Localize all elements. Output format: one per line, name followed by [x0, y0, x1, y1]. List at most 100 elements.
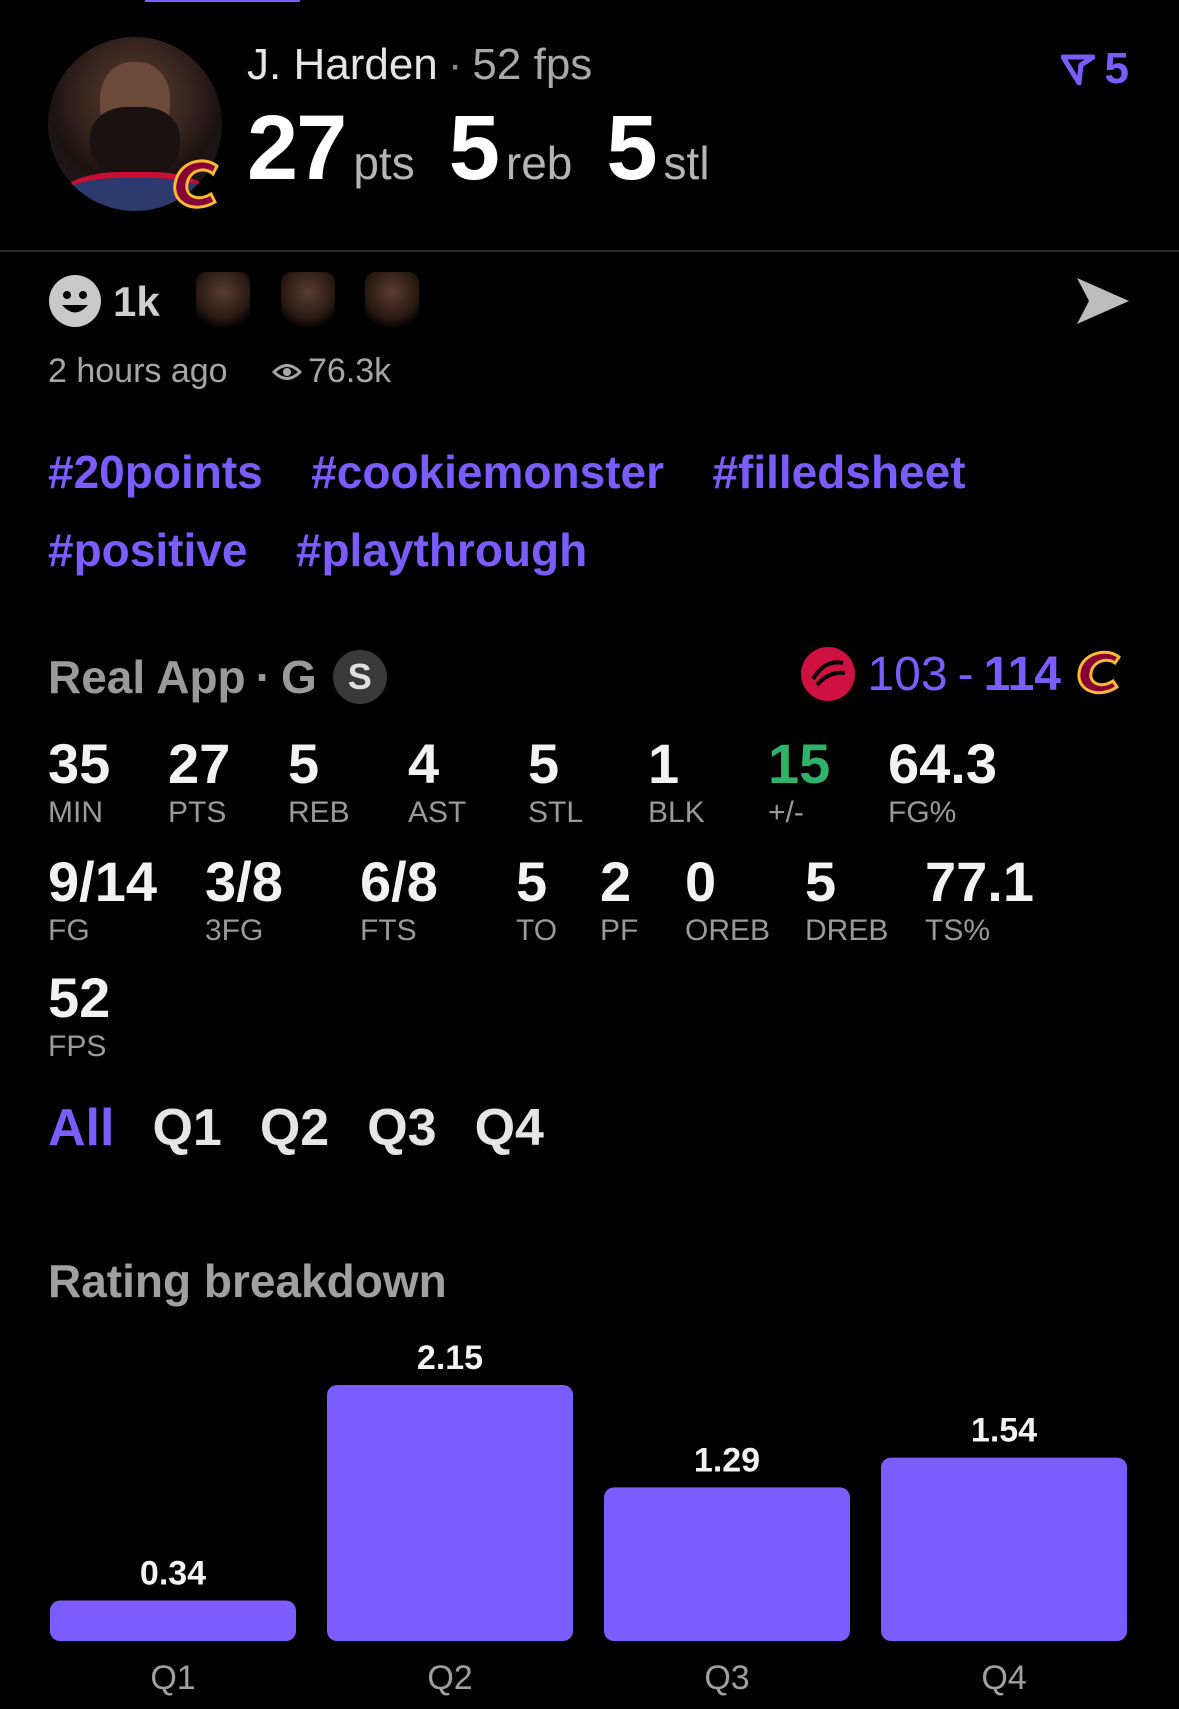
eye-icon: [272, 363, 302, 380]
tab-q2[interactable]: Q2: [260, 1098, 329, 1158]
stat-value: 1: [648, 732, 680, 795]
stat-value: 5: [516, 850, 548, 913]
tab-q1[interactable]: Q1: [152, 1098, 221, 1158]
quarter-tabs: All Q1 Q2 Q3 Q4: [48, 1098, 544, 1158]
position-label: G: [280, 651, 317, 703]
stat-value: 64.3: [888, 732, 997, 795]
rating-bar-q4[interactable]: [881, 1457, 1127, 1641]
stat-label: OREB: [685, 914, 771, 947]
headline-steals-value: 5: [606, 97, 657, 199]
stat-label: FPS: [48, 1030, 107, 1063]
stat-to: 5 TO: [516, 854, 557, 948]
rating-category-label: Q2: [427, 1659, 472, 1697]
stat-label: PF: [600, 914, 639, 947]
stat-value: 6/8: [360, 850, 438, 913]
hashtag[interactable]: #cookiemonster: [311, 445, 664, 499]
rating-breakdown-chart: 0.34 Q1 2.15 Q2 1.29 Q3 1.54 Q4: [50, 1339, 1127, 1697]
stat-fts: 6/8 FTS: [360, 854, 438, 948]
stat-plus-minus: 15 +/-: [768, 736, 830, 830]
rank-value: 5: [1104, 44, 1129, 93]
game-score[interactable]: 103-114: [799, 645, 1129, 703]
stat-label: TS%: [925, 914, 991, 947]
tab-all[interactable]: All: [48, 1098, 114, 1158]
top-indicator: [145, 0, 300, 2]
header-divider: [0, 250, 1179, 252]
rating-value-label: 1.29: [694, 1441, 760, 1479]
rating-bar-q1[interactable]: [50, 1600, 296, 1641]
hashtag-list: #20points #cookiemonster #filledsheet #p…: [48, 445, 1138, 601]
reaction-avatar[interactable]: [281, 272, 335, 330]
stat-label: BLK: [648, 796, 705, 829]
player-name[interactable]: J. Harden: [247, 40, 438, 89]
stat-label: STL: [528, 796, 584, 829]
headline-stats: 27 pts 5 reb 5 stl: [247, 96, 744, 201]
status-badge: S: [332, 650, 387, 704]
stat-blk: 1 BLK: [648, 736, 705, 830]
separator-dot: ·: [255, 651, 271, 703]
stat-value: 2: [600, 850, 632, 913]
stat-stl: 5 STL: [528, 736, 583, 830]
stat-fps: 52 FPS: [48, 970, 110, 1064]
stat-label: +/-: [768, 796, 804, 829]
stat-label: FG%: [888, 796, 957, 829]
stat-3fg: 3/8 3FG: [205, 854, 283, 948]
player-fps: 52 fps: [472, 40, 593, 89]
stat-value: 35: [48, 732, 111, 795]
stat-oreb: 0 OREB: [685, 854, 770, 948]
stat-fg: 9/14 FG: [48, 854, 157, 948]
stat-fg-pct: 64.3 FG%: [888, 736, 997, 830]
stat-value: 0: [685, 850, 717, 913]
headline-rebounds-value: 5: [448, 97, 500, 199]
stat-value: 52: [48, 966, 111, 1029]
stat-value: 77.1: [925, 850, 1034, 913]
stat-pts: 27 PTS: [168, 736, 230, 830]
rating-value-label: 1.54: [971, 1412, 1037, 1450]
stat-label: AST: [408, 796, 467, 829]
stat-reb: 5 REB: [288, 736, 350, 830]
view-count: 76.3k: [272, 352, 391, 391]
headline-steals-unit: stl: [663, 137, 710, 189]
rank-arrow-icon: [1060, 54, 1095, 85]
home-score: 114: [983, 647, 1061, 701]
rating-category-label: Q3: [704, 1659, 749, 1697]
view-count-value: 76.3k: [308, 352, 392, 390]
stat-label: DREB: [805, 914, 889, 947]
reaction-count: 1k: [113, 278, 160, 325]
stat-label: TO: [516, 914, 558, 947]
rating-bar-q3[interactable]: [604, 1487, 850, 1641]
stat-value: 5: [288, 732, 320, 795]
rank-badge[interactable]: 5: [1060, 44, 1129, 94]
rating-category-label: Q1: [150, 1659, 195, 1697]
cavaliers-logo-icon: [1077, 650, 1121, 695]
tab-q4[interactable]: Q4: [475, 1098, 544, 1158]
cavaliers-logo-icon: [173, 159, 219, 209]
hashtag[interactable]: #playthrough: [296, 523, 587, 577]
hashtag[interactable]: #positive: [48, 523, 247, 577]
smiley-icon[interactable]: [48, 274, 102, 328]
stat-value: 4: [408, 732, 440, 795]
stat-pf: 2 PF: [600, 854, 638, 948]
rating-bar-q2[interactable]: [327, 1385, 573, 1641]
stat-value: 5: [805, 850, 837, 913]
stat-value: 27: [168, 732, 231, 795]
separator-dot: ·: [447, 40, 463, 89]
raptors-logo-icon: [801, 647, 856, 701]
stat-label: FG: [48, 914, 90, 947]
hashtag[interactable]: #20points: [48, 445, 263, 499]
rating-value-label: 0.34: [140, 1555, 206, 1593]
stat-ts-pct: 77.1 TS%: [925, 854, 1034, 948]
stat-value: 3/8: [205, 850, 283, 913]
away-score: 103: [867, 647, 948, 701]
reaction-avatar[interactable]: [196, 272, 250, 330]
stat-value: 5: [528, 732, 560, 795]
tab-q3[interactable]: Q3: [367, 1098, 436, 1158]
stat-value: 9/14: [48, 850, 157, 913]
rating-value-label: 2.15: [417, 1339, 483, 1377]
stat-label: FTS: [360, 914, 417, 947]
stat-label: PTS: [168, 796, 227, 829]
stat-ast: 4 AST: [408, 736, 466, 830]
send-icon[interactable]: [1075, 276, 1131, 326]
hashtag[interactable]: #filledsheet: [712, 445, 965, 499]
reaction-avatar[interactable]: [365, 272, 419, 330]
post-time: 2 hours ago: [48, 352, 228, 390]
